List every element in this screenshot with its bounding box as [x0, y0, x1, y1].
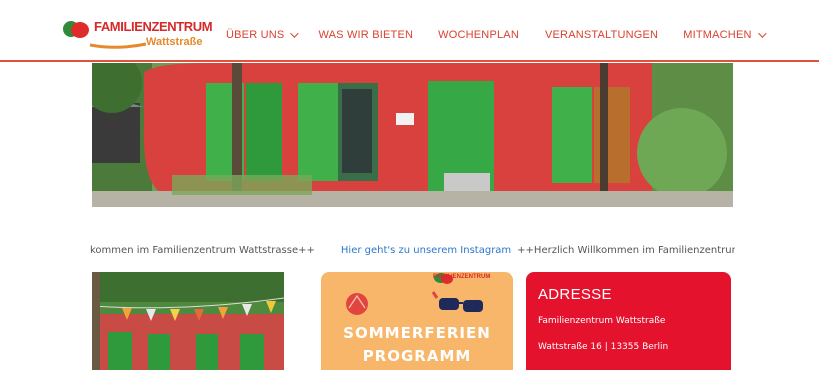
address-title: ADRESSE	[538, 286, 612, 303]
photo-card[interactable]	[92, 272, 284, 370]
address-line-name: Familienzentrum Wattstraße	[538, 316, 666, 326]
nav-item-mitmachen[interactable]: MITMACHEN	[683, 29, 767, 41]
promo-title-line1: SOMMERFERIEN	[343, 324, 491, 342]
address-card: ADRESSE Familienzentrum Wattstraße Watts…	[526, 272, 731, 370]
news-ticker: kommen im Familienzentrum Wattstrasse++ H…	[90, 245, 735, 261]
ticker-text-right: ++Herzlich Willkommen im Familienzentrum…	[517, 245, 735, 256]
garden-photo	[92, 272, 284, 370]
nav-item-label: WOCHENPLAN	[438, 29, 519, 41]
promo-logo-text: FAMILIENZENTRUM	[433, 274, 491, 280]
logo-title: FAMILIENZENTRUM	[94, 19, 213, 34]
nav-item-veranstaltungen[interactable]: VERANSTALTUNGEN	[545, 29, 658, 41]
nav-item-label: VERANSTALTUNGEN	[544, 29, 659, 41]
logo-icon	[63, 21, 89, 38]
promo-title-line2: PROGRAMM	[362, 347, 472, 365]
nav-item-label: ÜBER UNS	[226, 29, 285, 41]
instagram-link[interactable]: Hier geht's zu unserem Instagram	[341, 245, 511, 256]
chevron-down-icon	[290, 29, 300, 38]
nav-item-label: WAS WIR BIETEN	[318, 29, 414, 41]
chevron-down-icon	[757, 29, 767, 38]
nav-item-wochenplan[interactable]: WOCHENPLAN	[438, 29, 519, 41]
summer-program-card[interactable]: FAMILIENZENTRUM SOMMERFERIEN PROGRAMM	[321, 272, 513, 370]
hero-building-illustration	[92, 63, 733, 207]
address-line-street: Wattstraße 16 | 13355 Berlin	[538, 342, 669, 352]
nav-item-label: MITMACHEN	[683, 29, 752, 41]
page: FAMILIENZENTRUM Wattstraße ÜBER UNS WAS …	[0, 0, 819, 370]
main-nav: ÜBER UNS WAS WIR BIETEN WOCHENPLAN VERAN…	[226, 29, 767, 41]
logo-swoosh	[89, 42, 147, 49]
nav-item-ueber-uns[interactable]: ÜBER UNS	[226, 29, 300, 41]
hero-image	[92, 63, 733, 207]
site-logo[interactable]: FAMILIENZENTRUM Wattstraße	[62, 16, 214, 52]
nav-item-was-wir-bieten[interactable]: WAS WIR BIETEN	[318, 29, 413, 41]
logo-subtitle: Wattstraße	[146, 36, 203, 48]
ticker-text-left: kommen im Familienzentrum Wattstrasse++	[90, 245, 315, 256]
site-header: FAMILIENZENTRUM Wattstraße ÜBER UNS WAS …	[0, 8, 819, 62]
